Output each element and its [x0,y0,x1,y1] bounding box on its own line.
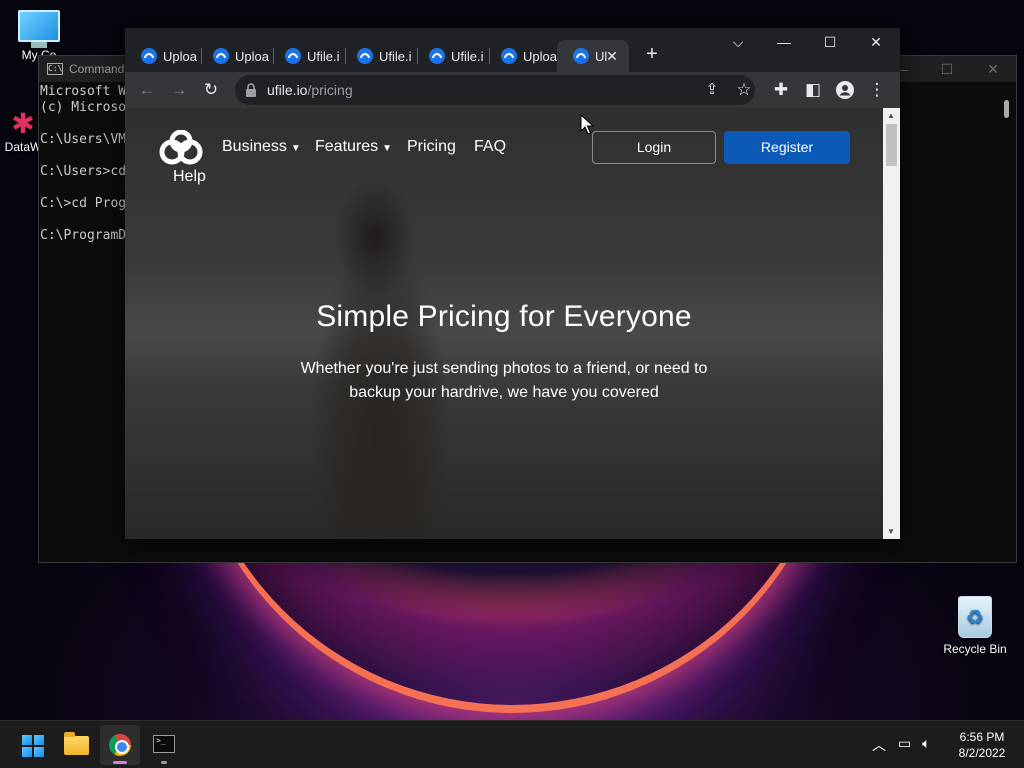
browser-tab[interactable]: Uploa [485,40,557,72]
taskbar-terminal[interactable]: >_ [144,725,184,765]
browser-tab[interactable]: Ufile.i [413,40,485,72]
ufile-favicon-icon [573,48,589,64]
ufile-favicon-icon [213,48,229,64]
dataw-app-icon: ✱ [11,108,35,139]
chrome-icon [109,734,131,756]
login-button[interactable]: Login [592,131,716,164]
site-help-link[interactable]: Help [173,168,206,186]
maximize-button[interactable]: ☐ [807,28,853,58]
hero-section: Help Business ▼ Features ▼ Pricing FAQ Log… [125,108,883,539]
scrollbar-thumb[interactable] [886,124,897,166]
monitor-icon [18,10,60,42]
start-button[interactable] [12,725,52,765]
extensions-puzzle-icon[interactable]: ✚ [767,76,795,104]
bookmark-star-icon[interactable]: ☆ [731,77,757,103]
browser-toolbar: ← → ↻ ufile.io/pricing ⇪ ☆ ✚ ◧ ⋮ [125,72,900,108]
browser-tab-active[interactable]: Ul ✕ [557,40,629,72]
nav-faq[interactable]: FAQ [474,138,506,156]
cmd-close-button[interactable]: ✕ [970,56,1016,82]
terminal-icon: >_ [153,735,175,753]
scroll-down-icon[interactable]: ▼ [887,527,895,536]
hero-title: Simple Pricing for Everyone [316,300,692,333]
cmd-title: Command [69,62,125,76]
folder-icon [64,732,89,755]
tab-close-icon[interactable]: ✕ [603,47,621,65]
lock-icon[interactable] [245,83,257,97]
system-clock[interactable]: 6:56 PM 8/2/2022 [952,729,1012,761]
side-panel-icon[interactable]: ◧ [799,76,827,104]
desktop-icon-recycle-bin[interactable]: ♻ Recycle Bin [938,596,1012,656]
ufile-favicon-icon [357,48,373,64]
tab-strip[interactable]: Uploa Uploa Ufile.i Ufile.i Ufile.i Uplo… [125,28,900,72]
close-button[interactable]: ✕ [853,28,899,58]
desktop-icon-label: Recycle Bin [943,642,1007,656]
new-tab-button[interactable]: + [640,42,664,66]
chrome-window[interactable]: Uploa Uploa Ufile.i Ufile.i Ufile.i Uplo… [125,28,900,539]
windows-logo-icon [22,735,44,757]
ufile-favicon-icon [429,48,445,64]
share-icon[interactable]: ⇪ [699,77,725,103]
address-bar[interactable]: ufile.io/pricing ⇪ ☆ [235,75,755,105]
chevron-down-icon: ▼ [290,143,301,154]
network-icon[interactable]: ▭ [898,735,911,752]
nav-pricing[interactable]: Pricing [407,138,456,156]
tab-search-chevron-icon[interactable]: ⌵ [715,28,761,58]
mouse-cursor-icon [580,114,594,135]
browser-tab[interactable]: Ufile.i [269,40,341,72]
browser-tab[interactable]: Uploa [197,40,269,72]
hero-subtitle: Whether you're just sending photos to a … [300,360,708,401]
taskbar-chrome[interactable] [100,725,140,765]
ufile-logo-icon[interactable] [157,130,207,170]
browser-tab[interactable]: Ufile.i [341,40,413,72]
forward-arrow-icon[interactable]: → [165,76,193,104]
tray-chevron-up-icon[interactable]: ︿ [872,735,886,755]
reload-icon[interactable]: ↻ [197,76,225,104]
nav-business[interactable]: Business ▼ [222,138,301,156]
ufile-favicon-icon [285,48,301,64]
taskbar: >_ ︿ ▭ 🔈︎ 6:56 PM 8/2/2022 [0,720,1024,768]
ufile-favicon-icon [501,48,517,64]
cmd-scrollbar[interactable] [1000,84,1014,562]
minimize-button[interactable]: — [761,28,807,58]
register-button[interactable]: Register [724,131,850,164]
back-arrow-icon[interactable]: ← [133,76,161,104]
profile-avatar-icon[interactable] [831,76,859,104]
scroll-up-icon[interactable]: ▲ [887,111,895,120]
web-viewport[interactable]: Help Business ▼ Features ▼ Pricing FAQ Log… [125,108,900,539]
volume-icon[interactable]: 🔈︎ [922,735,930,752]
ufile-favicon-icon [141,48,157,64]
recycle-bin-icon: ♻ [958,596,992,638]
terminal-icon: C:\ [47,63,63,75]
browser-tab[interactable]: Uploa [125,40,197,72]
cmd-maximize-button[interactable]: ☐ [924,56,970,82]
url-text[interactable]: ufile.io/pricing [267,82,353,98]
taskbar-file-explorer[interactable] [56,725,96,765]
menu-kebab-icon[interactable]: ⋮ [863,76,891,104]
page-scrollbar[interactable]: ▲ ▼ [883,108,900,539]
chevron-down-icon: ▼ [382,143,393,154]
nav-features[interactable]: Features ▼ [315,138,392,156]
